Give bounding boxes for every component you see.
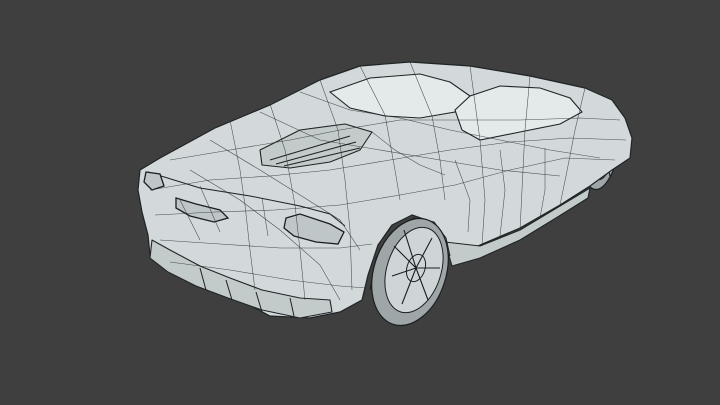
3d-viewport[interactable] [0,0,720,405]
car-wireframe-model[interactable] [0,0,720,405]
